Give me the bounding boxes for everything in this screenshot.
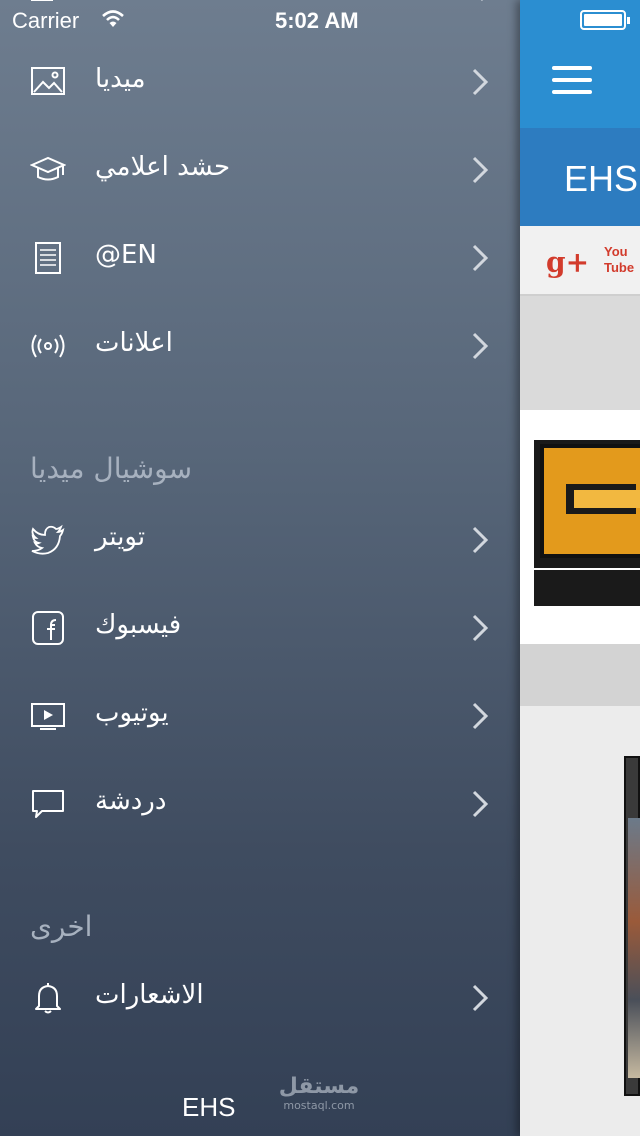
status-time: 5:02 AM <box>275 8 359 33</box>
menu-item-media[interactable]: ميديا <box>0 38 520 126</box>
title-bar: EHS <box>520 128 640 226</box>
content-area <box>520 706 640 1136</box>
section-header-other: اخرى <box>30 910 93 943</box>
facebook-icon <box>32 611 64 645</box>
watermark-latin: mostaql.com <box>283 1099 355 1112</box>
chevron-right-icon <box>472 702 489 730</box>
section-header-social: سوشيال ميديا <box>30 452 193 485</box>
chevron-right-icon <box>472 614 489 642</box>
status-bar: Carrier 5:02 AM <box>0 0 520 40</box>
mostaql-watermark: مستقل mostaql.com <box>278 1074 360 1118</box>
document-icon <box>35 242 61 274</box>
wifi-icon <box>102 10 124 27</box>
menu-item-label: الاشعارات <box>95 980 204 1010</box>
image-icon <box>31 67 65 95</box>
graduation-cap-icon <box>30 156 66 181</box>
battery-icon <box>580 10 630 30</box>
broadcast-icon <box>31 334 65 358</box>
menu-item-media-mobilization[interactable]: حشد اعلامي <box>0 126 520 214</box>
menu-item-notifications[interactable]: الاشعارات <box>0 954 520 1042</box>
ehs-logo-graphic <box>534 440 640 606</box>
menu-item-facebook[interactable]: فيسبوك <box>0 584 520 672</box>
youtube-icon-bottom: Tube <box>604 260 635 275</box>
menu-item-label: ميديا <box>95 64 146 94</box>
menu-item-label: اعلانات <box>95 328 173 358</box>
side-menu-drawer: Carrier 5:02 AM ميديا حشد اعلامي @EN اعل… <box>0 0 520 1136</box>
youtube-icon[interactable]: You Tube <box>604 244 634 280</box>
menu-item-label: تويتر <box>95 522 146 552</box>
main-content-peek[interactable]: EHS g+ You Tube <box>520 0 640 1136</box>
chevron-right-icon <box>472 790 489 818</box>
google-plus-icon[interactable]: g+ <box>546 246 589 279</box>
social-links-bar: g+ You Tube <box>520 226 640 296</box>
watermark-arabic: مستقل <box>278 1074 360 1099</box>
bell-icon <box>35 983 61 1014</box>
menu-item-label: دردشة <box>95 786 167 816</box>
menu-item-label: @EN <box>95 240 157 270</box>
content-band <box>520 296 640 410</box>
youtube-icon-top: You <box>604 244 628 259</box>
chevron-right-icon <box>472 332 489 360</box>
main-title: EHS <box>564 158 639 199</box>
menu-item-label: حشد اعلامي <box>95 152 231 182</box>
hamburger-menu-icon[interactable] <box>552 66 592 100</box>
menu-item-twitter[interactable]: تويتر <box>0 496 520 584</box>
news-image-thumbnail[interactable] <box>624 756 640 1096</box>
ehs-logo-banner <box>520 410 640 644</box>
carrier-label: Carrier <box>12 8 80 33</box>
navigation-bar <box>520 0 640 128</box>
menu-item-ads[interactable]: اعلانات <box>0 302 520 390</box>
twitter-icon <box>31 524 65 555</box>
menu-item-chat[interactable]: دردشة <box>0 760 520 848</box>
menu-item-en[interactable]: @EN <box>0 214 520 302</box>
drawer-footer-app-name: EHS <box>182 1092 236 1122</box>
chevron-right-icon <box>472 68 489 96</box>
menu-item-label: فيسبوك <box>95 610 182 640</box>
menu-item-youtube[interactable]: يوتيوب <box>0 672 520 760</box>
chevron-right-icon <box>472 984 489 1012</box>
chevron-right-icon <box>472 156 489 184</box>
content-band <box>520 644 640 706</box>
chat-bubble-icon <box>32 790 64 818</box>
chevron-right-icon <box>472 526 489 554</box>
video-play-icon <box>31 703 65 730</box>
menu-item-label: يوتيوب <box>95 698 169 728</box>
chevron-right-icon <box>472 244 489 272</box>
